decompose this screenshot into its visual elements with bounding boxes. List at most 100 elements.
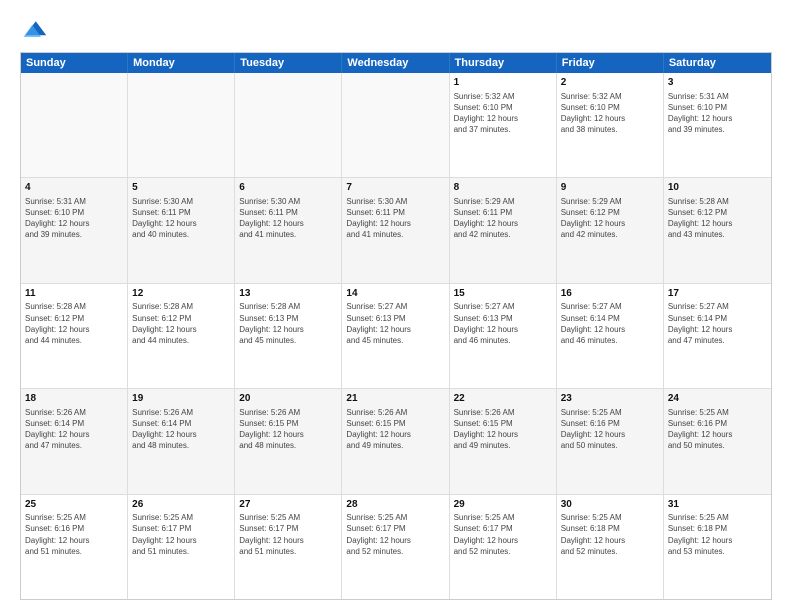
day-detail: Sunrise: 5:25 AM Sunset: 6:17 PM Dayligh… (454, 512, 552, 557)
day-detail: Sunrise: 5:32 AM Sunset: 6:10 PM Dayligh… (454, 91, 552, 136)
header-day-friday: Friday (557, 53, 664, 73)
calendar-day-21: 21Sunrise: 5:26 AM Sunset: 6:15 PM Dayli… (342, 389, 449, 493)
day-detail: Sunrise: 5:29 AM Sunset: 6:12 PM Dayligh… (561, 196, 659, 241)
day-number: 27 (239, 498, 337, 512)
page: SundayMondayTuesdayWednesdayThursdayFrid… (0, 0, 792, 612)
day-number: 2 (561, 76, 659, 90)
day-number: 5 (132, 181, 230, 195)
logo (20, 16, 52, 44)
day-detail: Sunrise: 5:26 AM Sunset: 6:15 PM Dayligh… (454, 407, 552, 452)
day-number: 1 (454, 76, 552, 90)
header-day-sunday: Sunday (21, 53, 128, 73)
day-number: 22 (454, 392, 552, 406)
day-detail: Sunrise: 5:28 AM Sunset: 6:13 PM Dayligh… (239, 301, 337, 346)
calendar-day-4: 4Sunrise: 5:31 AM Sunset: 6:10 PM Daylig… (21, 178, 128, 282)
day-detail: Sunrise: 5:25 AM Sunset: 6:17 PM Dayligh… (346, 512, 444, 557)
calendar-day-24: 24Sunrise: 5:25 AM Sunset: 6:16 PM Dayli… (664, 389, 771, 493)
calendar-body: 1Sunrise: 5:32 AM Sunset: 6:10 PM Daylig… (21, 73, 771, 599)
day-detail: Sunrise: 5:28 AM Sunset: 6:12 PM Dayligh… (132, 301, 230, 346)
day-number: 26 (132, 498, 230, 512)
day-number: 10 (668, 181, 767, 195)
day-number: 19 (132, 392, 230, 406)
day-detail: Sunrise: 5:28 AM Sunset: 6:12 PM Dayligh… (25, 301, 123, 346)
calendar-day-7: 7Sunrise: 5:30 AM Sunset: 6:11 PM Daylig… (342, 178, 449, 282)
calendar-day-5: 5Sunrise: 5:30 AM Sunset: 6:11 PM Daylig… (128, 178, 235, 282)
day-number: 28 (346, 498, 444, 512)
day-detail: Sunrise: 5:32 AM Sunset: 6:10 PM Dayligh… (561, 91, 659, 136)
calendar-empty-cell (342, 73, 449, 177)
calendar-day-12: 12Sunrise: 5:28 AM Sunset: 6:12 PM Dayli… (128, 284, 235, 388)
day-detail: Sunrise: 5:25 AM Sunset: 6:18 PM Dayligh… (561, 512, 659, 557)
header-day-saturday: Saturday (664, 53, 771, 73)
day-detail: Sunrise: 5:29 AM Sunset: 6:11 PM Dayligh… (454, 196, 552, 241)
header (20, 16, 772, 44)
calendar-day-13: 13Sunrise: 5:28 AM Sunset: 6:13 PM Dayli… (235, 284, 342, 388)
calendar-day-10: 10Sunrise: 5:28 AM Sunset: 6:12 PM Dayli… (664, 178, 771, 282)
calendar-day-8: 8Sunrise: 5:29 AM Sunset: 6:11 PM Daylig… (450, 178, 557, 282)
calendar-empty-cell (235, 73, 342, 177)
calendar-row-0: 1Sunrise: 5:32 AM Sunset: 6:10 PM Daylig… (21, 73, 771, 178)
day-number: 3 (668, 76, 767, 90)
day-detail: Sunrise: 5:25 AM Sunset: 6:16 PM Dayligh… (668, 407, 767, 452)
day-detail: Sunrise: 5:25 AM Sunset: 6:18 PM Dayligh… (668, 512, 767, 557)
day-number: 23 (561, 392, 659, 406)
calendar-day-26: 26Sunrise: 5:25 AM Sunset: 6:17 PM Dayli… (128, 495, 235, 599)
calendar-day-29: 29Sunrise: 5:25 AM Sunset: 6:17 PM Dayli… (450, 495, 557, 599)
calendar-day-16: 16Sunrise: 5:27 AM Sunset: 6:14 PM Dayli… (557, 284, 664, 388)
calendar-header: SundayMondayTuesdayWednesdayThursdayFrid… (21, 53, 771, 73)
calendar-day-15: 15Sunrise: 5:27 AM Sunset: 6:13 PM Dayli… (450, 284, 557, 388)
day-number: 25 (25, 498, 123, 512)
day-number: 7 (346, 181, 444, 195)
day-detail: Sunrise: 5:25 AM Sunset: 6:16 PM Dayligh… (561, 407, 659, 452)
calendar-row-4: 25Sunrise: 5:25 AM Sunset: 6:16 PM Dayli… (21, 495, 771, 599)
calendar-row-2: 11Sunrise: 5:28 AM Sunset: 6:12 PM Dayli… (21, 284, 771, 389)
calendar-day-17: 17Sunrise: 5:27 AM Sunset: 6:14 PM Dayli… (664, 284, 771, 388)
day-detail: Sunrise: 5:27 AM Sunset: 6:14 PM Dayligh… (668, 301, 767, 346)
day-detail: Sunrise: 5:26 AM Sunset: 6:14 PM Dayligh… (25, 407, 123, 452)
day-detail: Sunrise: 5:27 AM Sunset: 6:13 PM Dayligh… (454, 301, 552, 346)
calendar-empty-cell (21, 73, 128, 177)
day-detail: Sunrise: 5:26 AM Sunset: 6:14 PM Dayligh… (132, 407, 230, 452)
calendar-day-30: 30Sunrise: 5:25 AM Sunset: 6:18 PM Dayli… (557, 495, 664, 599)
day-detail: Sunrise: 5:30 AM Sunset: 6:11 PM Dayligh… (132, 196, 230, 241)
day-number: 4 (25, 181, 123, 195)
header-day-thursday: Thursday (450, 53, 557, 73)
day-detail: Sunrise: 5:26 AM Sunset: 6:15 PM Dayligh… (239, 407, 337, 452)
calendar-day-9: 9Sunrise: 5:29 AM Sunset: 6:12 PM Daylig… (557, 178, 664, 282)
day-number: 31 (668, 498, 767, 512)
day-detail: Sunrise: 5:28 AM Sunset: 6:12 PM Dayligh… (668, 196, 767, 241)
calendar-day-6: 6Sunrise: 5:30 AM Sunset: 6:11 PM Daylig… (235, 178, 342, 282)
day-detail: Sunrise: 5:27 AM Sunset: 6:14 PM Dayligh… (561, 301, 659, 346)
day-number: 21 (346, 392, 444, 406)
day-number: 16 (561, 287, 659, 301)
day-number: 14 (346, 287, 444, 301)
day-number: 8 (454, 181, 552, 195)
calendar-day-19: 19Sunrise: 5:26 AM Sunset: 6:14 PM Dayli… (128, 389, 235, 493)
day-detail: Sunrise: 5:25 AM Sunset: 6:17 PM Dayligh… (132, 512, 230, 557)
header-day-tuesday: Tuesday (235, 53, 342, 73)
logo-icon (20, 16, 48, 44)
calendar-day-3: 3Sunrise: 5:31 AM Sunset: 6:10 PM Daylig… (664, 73, 771, 177)
day-detail: Sunrise: 5:26 AM Sunset: 6:15 PM Dayligh… (346, 407, 444, 452)
day-number: 17 (668, 287, 767, 301)
day-number: 15 (454, 287, 552, 301)
calendar-row-3: 18Sunrise: 5:26 AM Sunset: 6:14 PM Dayli… (21, 389, 771, 494)
calendar-day-22: 22Sunrise: 5:26 AM Sunset: 6:15 PM Dayli… (450, 389, 557, 493)
calendar-day-23: 23Sunrise: 5:25 AM Sunset: 6:16 PM Dayli… (557, 389, 664, 493)
header-day-monday: Monday (128, 53, 235, 73)
day-detail: Sunrise: 5:27 AM Sunset: 6:13 PM Dayligh… (346, 301, 444, 346)
day-number: 24 (668, 392, 767, 406)
day-number: 18 (25, 392, 123, 406)
day-number: 12 (132, 287, 230, 301)
calendar-day-14: 14Sunrise: 5:27 AM Sunset: 6:13 PM Dayli… (342, 284, 449, 388)
calendar-day-11: 11Sunrise: 5:28 AM Sunset: 6:12 PM Dayli… (21, 284, 128, 388)
calendar-day-25: 25Sunrise: 5:25 AM Sunset: 6:16 PM Dayli… (21, 495, 128, 599)
day-number: 13 (239, 287, 337, 301)
calendar-day-20: 20Sunrise: 5:26 AM Sunset: 6:15 PM Dayli… (235, 389, 342, 493)
calendar-day-18: 18Sunrise: 5:26 AM Sunset: 6:14 PM Dayli… (21, 389, 128, 493)
calendar-day-2: 2Sunrise: 5:32 AM Sunset: 6:10 PM Daylig… (557, 73, 664, 177)
day-number: 9 (561, 181, 659, 195)
calendar-row-1: 4Sunrise: 5:31 AM Sunset: 6:10 PM Daylig… (21, 178, 771, 283)
day-number: 20 (239, 392, 337, 406)
day-number: 30 (561, 498, 659, 512)
